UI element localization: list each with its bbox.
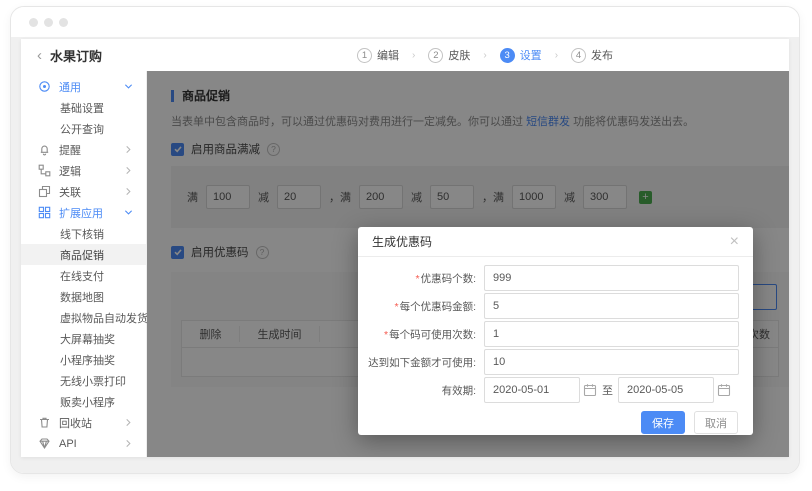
browser-body: ‹ 水果订购 1 编辑 › 2 皮肤 › 3 设置	[11, 37, 799, 474]
sidebar-item-data-map[interactable]: 数据地图	[21, 286, 146, 307]
step-edit[interactable]: 1 编辑	[357, 47, 399, 63]
logic-branch-icon	[38, 164, 51, 177]
step-separator-icon: ›	[555, 50, 558, 61]
validity-end-input[interactable]	[618, 377, 714, 403]
browser-window: ‹ 水果订购 1 编辑 › 2 皮肤 › 3 设置	[10, 6, 800, 474]
step-number: 2	[428, 48, 443, 63]
step-separator-icon: ›	[483, 50, 486, 61]
sidebar-item-screen-lottery[interactable]: 大屏幕抽奖	[21, 328, 146, 349]
grid-icon	[38, 206, 51, 219]
page-title: 水果订购	[50, 46, 102, 65]
target-icon	[38, 80, 51, 93]
coupon-use-times-input[interactable]	[484, 321, 739, 347]
close-icon[interactable]: ×	[730, 234, 739, 250]
sidebar-item-selling-miniapp[interactable]: 贩卖小程序	[21, 391, 146, 412]
coupon-amount-input[interactable]	[484, 293, 739, 319]
step-separator-icon: ›	[412, 50, 415, 61]
required-mark: *	[415, 273, 419, 285]
sidebar-item-general[interactable]: 通用	[21, 76, 146, 97]
step-number: 3	[500, 48, 515, 63]
bell-icon	[38, 143, 51, 156]
step-publish[interactable]: 4 发布	[571, 47, 613, 63]
required-mark: *	[384, 329, 388, 341]
chevron-right-icon	[124, 439, 133, 448]
required-mark: *	[394, 301, 398, 313]
sidebar-item-extensions[interactable]: 扩展应用	[21, 202, 146, 223]
chevron-right-icon	[124, 187, 133, 196]
coupon-count-input[interactable]	[484, 265, 739, 291]
window-dot	[44, 18, 53, 27]
sidebar-item-logic[interactable]: 逻辑	[21, 160, 146, 181]
app-panel: ‹ 水果订购 1 编辑 › 2 皮肤 › 3 设置	[21, 39, 789, 457]
chevron-down-icon	[124, 208, 133, 217]
sidebar-item-offline-verify[interactable]: 线下核销	[21, 223, 146, 244]
generate-coupon-modal: 生成优惠码 × *优惠码个数: *每个优惠码金额:	[358, 227, 753, 435]
sidebar-item-online-payment[interactable]: 在线支付	[21, 265, 146, 286]
field-label: 每个优惠码金额:	[400, 301, 476, 313]
browser-titlebar	[11, 7, 799, 37]
chevron-right-icon	[124, 145, 133, 154]
window-dot	[59, 18, 68, 27]
wizard-steps: 1 编辑 › 2 皮肤 › 3 设置 › 4	[357, 39, 613, 71]
chevron-right-icon	[124, 166, 133, 175]
step-number: 1	[357, 48, 372, 63]
validity-row: 有效期: 至	[358, 377, 739, 403]
relation-icon	[38, 185, 51, 198]
sidebar-item-api[interactable]: API	[21, 433, 146, 454]
api-gem-icon	[38, 437, 51, 450]
field-label: 达到如下金额才可使用:	[368, 357, 476, 369]
coupon-amount-row: *每个优惠码金额:	[358, 293, 739, 319]
sidebar-item-relation[interactable]: 关联	[21, 181, 146, 202]
field-label: 每个码可使用次数:	[389, 329, 476, 341]
modal-title: 生成优惠码	[372, 233, 432, 250]
calendar-icon[interactable]	[583, 383, 597, 397]
sidebar-item-reminder[interactable]: 提醒	[21, 139, 146, 160]
to-label: 至	[602, 382, 613, 398]
trash-icon	[38, 416, 51, 429]
sidebar-item-basic-settings[interactable]: 基础设置	[21, 97, 146, 118]
back-icon[interactable]: ‹	[37, 48, 42, 63]
field-label: 有效期:	[442, 385, 476, 397]
coupon-use-times-row: *每个码可使用次数:	[358, 321, 739, 347]
validity-start-input[interactable]	[484, 377, 580, 403]
save-button[interactable]: 保存	[641, 411, 685, 434]
sidebar-item-wireless-print[interactable]: 无线小票打印	[21, 370, 146, 391]
min-amount-row: 达到如下金额才可使用:	[358, 349, 739, 375]
sidebar-item-public-query[interactable]: 公开查询	[21, 118, 146, 139]
sidebar-item-miniapp-lottery[interactable]: 小程序抽奖	[21, 349, 146, 370]
sidebar-item-virtual-delivery[interactable]: 虚拟物品自动发货	[21, 307, 146, 328]
content-area: 商品促销 当表单中包含商品时，可以通过优惠码对费用进行一定减免。你可以通过 短信…	[147, 71, 789, 457]
chevron-down-icon	[124, 82, 133, 91]
sidebar: 通用 基础设置 公开查询 提醒	[21, 71, 147, 457]
coupon-count-row: *优惠码个数:	[358, 265, 739, 291]
chevron-right-icon	[124, 418, 133, 427]
calendar-icon[interactable]	[717, 383, 731, 397]
sidebar-item-recycle-bin[interactable]: 回收站	[21, 412, 146, 433]
sidebar-item-product-promotion[interactable]: 商品促销	[21, 244, 146, 265]
step-skin[interactable]: 2 皮肤	[428, 47, 470, 63]
modal-header: 生成优惠码 ×	[358, 227, 753, 257]
min-amount-input[interactable]	[484, 349, 739, 375]
cancel-button[interactable]: 取消	[694, 411, 738, 434]
app-header: ‹ 水果订购 1 编辑 › 2 皮肤 › 3 设置	[21, 39, 789, 71]
step-settings[interactable]: 3 设置	[500, 47, 542, 63]
field-label: 优惠码个数:	[421, 273, 476, 285]
step-number: 4	[571, 48, 586, 63]
window-dot	[29, 18, 38, 27]
